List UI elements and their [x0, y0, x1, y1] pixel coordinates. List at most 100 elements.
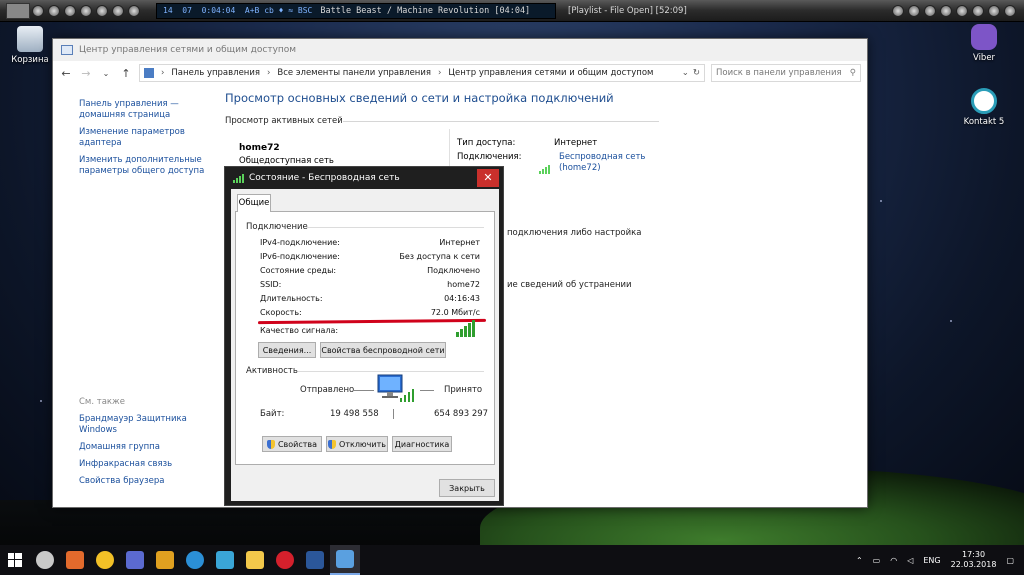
- back-arrow-icon[interactable]: ←: [59, 67, 73, 80]
- rewind-icon[interactable]: [908, 4, 920, 17]
- clock-time: 17:30: [962, 550, 986, 559]
- notifications-icon[interactable]: ▢: [1006, 556, 1014, 565]
- wifi-signal-icon: [539, 152, 550, 174]
- media-player-bar: 14 07 0:04:04 A+B cb ♦ ≈ BSC Battle Beas…: [0, 0, 1024, 22]
- tab-general[interactable]: Общие: [237, 194, 271, 212]
- player-time-c: 0:04:04: [201, 6, 236, 15]
- divider: [449, 129, 450, 169]
- wireless-properties-button[interactable]: Свойства беспроводной сети: [320, 342, 446, 358]
- taskbar-app[interactable]: [180, 545, 210, 575]
- player-btn-7[interactable]: [128, 4, 140, 17]
- connections-label: Подключения:: [457, 152, 522, 162]
- player-btn-2[interactable]: [48, 4, 60, 17]
- see-also-section: См. также Брандмауэр Защитника Windows Д…: [79, 397, 209, 493]
- pause-icon[interactable]: [940, 4, 952, 17]
- system-tray: ⌃ ▭ ◠ ◁ ENG 17:30 22.03.2018 ▢: [856, 545, 1024, 575]
- taskbar-app[interactable]: [120, 545, 150, 575]
- player-time-a: 14: [163, 6, 173, 15]
- player-btn-5[interactable]: [96, 4, 108, 17]
- dialog-body: Общие Подключение IPv4-подключение: Инте…: [231, 189, 499, 501]
- breadcrumb-item[interactable]: Все элементы панели управления: [277, 68, 431, 78]
- activity-group-title: Активность: [246, 366, 298, 376]
- row-value: 04:16:43: [444, 294, 480, 303]
- taskbar-app[interactable]: [300, 545, 330, 575]
- breadcrumb-item[interactable]: Панель управления: [171, 68, 260, 78]
- properties-button[interactable]: Свойства: [262, 436, 322, 452]
- player-btn-4[interactable]: [80, 4, 92, 17]
- player-logo-icon[interactable]: [6, 2, 30, 19]
- stop-icon[interactable]: [956, 4, 968, 17]
- wifi-signal-icon: [233, 173, 244, 183]
- row-value: Подключено: [427, 266, 480, 275]
- access-type-label: Тип доступа:: [457, 138, 516, 148]
- eject-icon[interactable]: [1004, 4, 1016, 17]
- network-icon[interactable]: ▭: [873, 556, 881, 565]
- recent-dropdown-icon[interactable]: ⌄: [99, 69, 113, 78]
- row-value: Интернет: [439, 238, 480, 247]
- cp-home-link[interactable]: Панель управления — домашняя страница: [79, 99, 209, 121]
- close-icon[interactable]: ✕: [477, 169, 499, 187]
- search-icon: ⚲: [849, 68, 856, 78]
- forward-arrow-icon[interactable]: →: [79, 67, 93, 80]
- firewall-link[interactable]: Брандмауэр Защитника Windows: [79, 414, 209, 436]
- address-dropdown-icon[interactable]: ⌄: [682, 68, 689, 78]
- refresh-icon[interactable]: ↻: [693, 68, 700, 78]
- adapter-settings-link[interactable]: Изменение параметров адаптера: [79, 127, 209, 149]
- taskbar-app[interactable]: [30, 545, 60, 575]
- wireless-connection-link[interactable]: Беспроводная сеть (home72): [559, 152, 649, 174]
- row-label: IPv4-подключение:: [260, 238, 340, 247]
- taskbar-app[interactable]: [210, 545, 240, 575]
- infrared-link[interactable]: Инфракрасная связь: [79, 459, 209, 470]
- taskbar-app[interactable]: [60, 545, 90, 575]
- viber-label: Viber: [972, 53, 996, 63]
- disable-label: Отключить: [339, 439, 386, 449]
- row-label: SSID:: [260, 280, 282, 289]
- signal-quality-icon: [456, 320, 475, 337]
- recycle-bin-shortcut[interactable]: Корзина: [0, 26, 60, 65]
- close-button[interactable]: Закрыть: [439, 479, 495, 497]
- player-btn-1[interactable]: [32, 4, 44, 17]
- homegroup-link[interactable]: Домашняя группа: [79, 442, 209, 453]
- address-bar[interactable]: › Панель управления › Все элементы панел…: [139, 64, 705, 82]
- left-pane: Панель управления — домашняя страница Из…: [79, 99, 209, 183]
- player-btn-6[interactable]: [112, 4, 124, 17]
- sharing-settings-link[interactable]: Изменить дополнительные параметры общего…: [79, 155, 209, 177]
- row-label: Длительность:: [260, 294, 323, 303]
- player-mode: A+B cb ♦ ≈ BSC: [244, 6, 313, 15]
- status-row: SSID: home72: [260, 280, 480, 289]
- search-input[interactable]: Поиск в панели управления ⚲: [711, 64, 861, 82]
- wifi-icon[interactable]: ◠: [890, 556, 897, 565]
- properties-label: Свойства: [277, 439, 318, 449]
- viber-icon: [971, 24, 997, 50]
- details-button[interactable]: Сведения...: [258, 342, 316, 358]
- dialog-titlebar[interactable]: Состояние - Беспроводная сеть ✕: [225, 167, 503, 189]
- breadcrumb-item[interactable]: Центр управления сетями и общим доступом: [448, 68, 653, 78]
- play-icon[interactable]: [924, 4, 936, 17]
- language-indicator[interactable]: ENG: [923, 556, 940, 565]
- prev-icon[interactable]: [892, 4, 904, 17]
- taskbar-app-active[interactable]: [330, 545, 360, 575]
- up-arrow-icon[interactable]: ↑: [119, 67, 133, 80]
- received-label: Принято: [444, 385, 483, 395]
- next-icon[interactable]: [988, 4, 1000, 17]
- window-titlebar[interactable]: Центр управления сетями и общим доступом: [53, 39, 867, 61]
- clock[interactable]: 17:30 22.03.2018: [951, 550, 997, 570]
- taskbar-app[interactable]: [90, 545, 120, 575]
- window-title: Центр управления сетями и общим доступом: [79, 45, 297, 55]
- browser-props-link[interactable]: Свойства браузера: [79, 476, 209, 487]
- taskbar-app[interactable]: [270, 545, 300, 575]
- viber-shortcut[interactable]: Viber: [954, 24, 1014, 63]
- taskbar-app[interactable]: [150, 545, 180, 575]
- start-button[interactable]: [0, 545, 30, 575]
- disable-button[interactable]: Отключить: [326, 436, 388, 452]
- player-btn-3[interactable]: [64, 4, 76, 17]
- chevron-up-icon[interactable]: ⌃: [856, 556, 863, 565]
- forward-icon[interactable]: [972, 4, 984, 17]
- shield-icon: [266, 439, 275, 449]
- app-icon: [246, 551, 264, 569]
- diagnostics-button[interactable]: Диагностика: [392, 436, 452, 452]
- volume-icon[interactable]: ◁: [907, 556, 913, 565]
- partial-text: подключения либо настройка: [507, 228, 642, 238]
- kontakt-shortcut[interactable]: Kontakt 5: [954, 88, 1014, 127]
- taskbar-app[interactable]: [240, 545, 270, 575]
